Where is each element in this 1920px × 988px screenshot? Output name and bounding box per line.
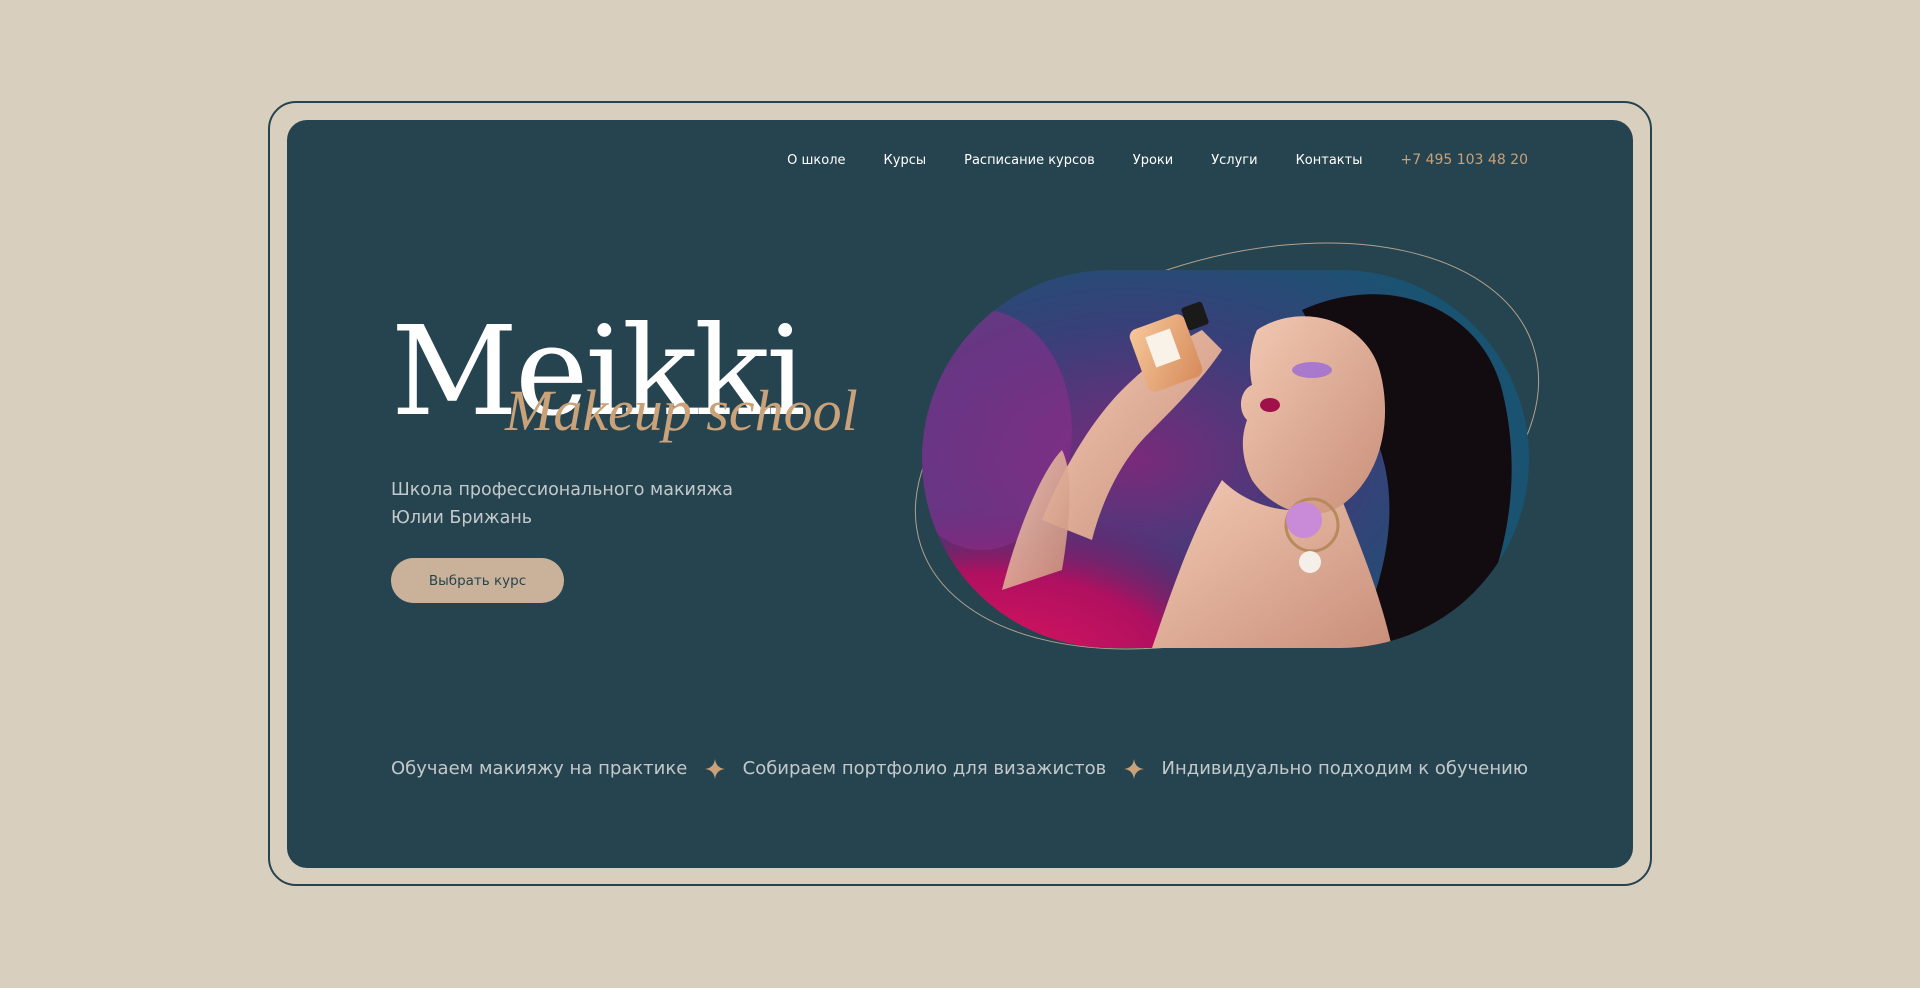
main-nav: О школе Курсы Расписание курсов Уроки Ус… xyxy=(787,152,1528,168)
sparkle-icon xyxy=(704,758,725,779)
hero-tagline: Школа профессионального макияжа Юлии Бри… xyxy=(391,476,811,532)
phone-number[interactable]: +7 495 103 48 20 xyxy=(1400,152,1528,168)
brand-script-subtitle: Makeup school xyxy=(505,378,858,443)
sparkle-icon xyxy=(1123,758,1144,779)
choose-course-button[interactable]: Выбрать курс xyxy=(391,558,564,603)
hero-panel: О школе Курсы Расписание курсов Уроки Ус… xyxy=(287,120,1633,868)
tagline-line-1: Школа профессионального макияжа xyxy=(391,480,733,500)
tagline-line-2: Юлии Брижань xyxy=(391,508,533,528)
nav-item-courses[interactable]: Курсы xyxy=(884,153,927,168)
nav-item-services[interactable]: Услуги xyxy=(1211,153,1257,168)
feature-item: Обучаем макияжу на практике xyxy=(391,758,688,779)
nav-item-lessons[interactable]: Уроки xyxy=(1133,153,1173,168)
nav-item-about[interactable]: О школе xyxy=(787,153,845,168)
nav-item-schedule[interactable]: Расписание курсов xyxy=(964,153,1095,168)
nav-item-contacts[interactable]: Контакты xyxy=(1296,153,1363,168)
hero-photo-illustration xyxy=(922,270,1529,648)
feature-item: Собираем портфолио для визажистов xyxy=(742,758,1107,779)
feature-item: Индивидуально подходим к обучению xyxy=(1161,758,1528,779)
features-strip: Обучаем макияжу на практике Собираем пор… xyxy=(391,758,1528,779)
hero-photo xyxy=(922,270,1529,648)
